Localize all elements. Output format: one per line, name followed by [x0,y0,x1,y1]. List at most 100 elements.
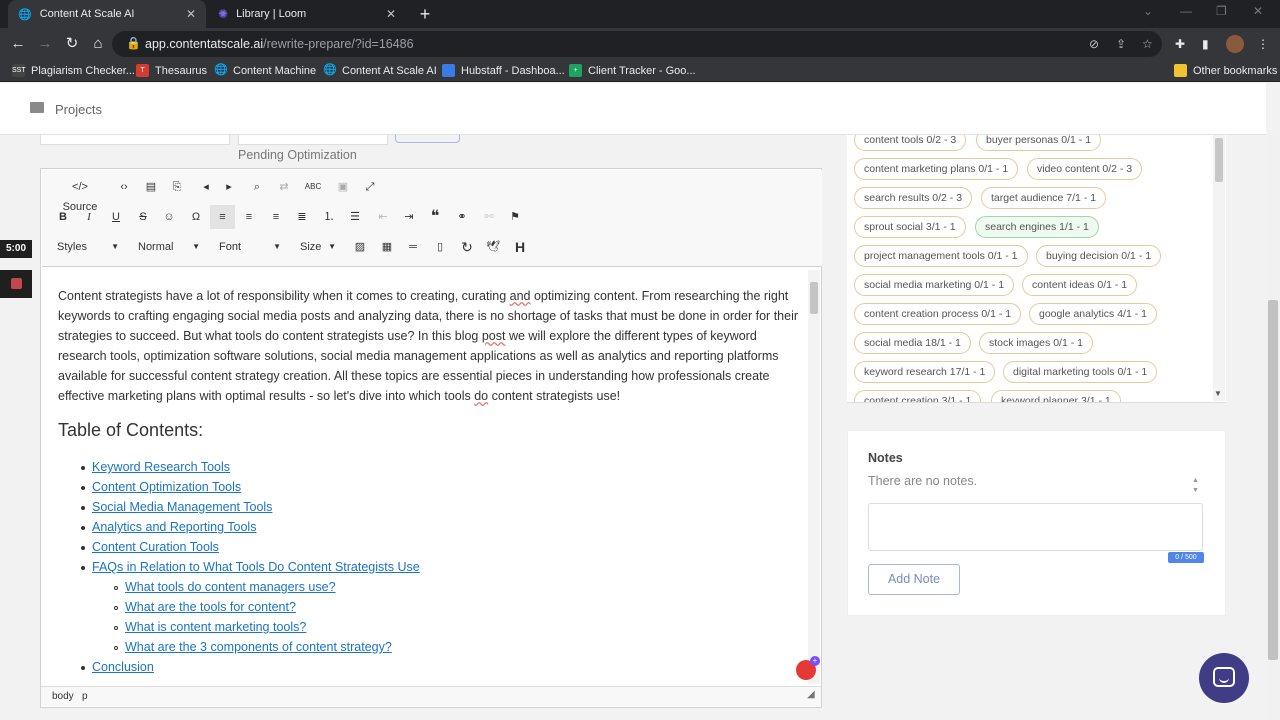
bookmark-content-machine[interactable]: 🌐 Content Machine [214,64,316,77]
path-body[interactable]: body [52,691,74,702]
keyword-chip[interactable]: content creation process 0/1 - 1 [854,303,1022,325]
toc-link[interactable]: FAQs in Relation to What Tools Do Conten… [92,560,420,574]
redo-icon[interactable]: ▸ [219,177,239,197]
bookmark-client-tracker[interactable]: + Client Tracker - Goo... [569,64,696,77]
address-bar[interactable]: 🔒 app.contentatscale.ai/rewrite-prepare/… [112,31,1162,57]
keyword-chip[interactable]: sprout social 3/1 - 1 [854,216,966,238]
keyword-chip[interactable]: buying decision 0/1 - 1 [1036,245,1162,267]
code-icon[interactable]: ‹› [114,177,134,197]
star-icon[interactable]: ☆ [1142,37,1153,51]
emoji-icon[interactable]: ☺ [159,207,179,227]
title-field[interactable] [40,135,230,145]
styles-dropdown[interactable]: Styles ▼ [51,237,123,257]
link-icon[interactable]: ⚭ [452,207,472,227]
keyword-chip[interactable]: keyword planner 3/1 - 1 [991,390,1121,402]
maximize-icon[interactable]: ⤢ [360,177,380,197]
page-scrollbar-thumb[interactable] [1268,300,1278,660]
keyword-chip[interactable]: keyword research 17/1 - 1 [854,361,996,383]
tab-loom[interactable]: ✺ Library | Loom ✕ [208,0,406,28]
tab-search-icon[interactable]: ⌄ [1143,4,1153,18]
bulleted-list-icon[interactable]: ☰ [345,207,365,227]
maximize-button[interactable]: ❐ [1216,4,1227,18]
scroll-down-icon[interactable]: ▼ [1214,389,1222,398]
keyword-chip[interactable]: search engines 1/1 - 1 [975,216,1099,238]
spellcheck-icon[interactable]: ABC [301,177,325,197]
editor-content[interactable]: Content strategists have a lot of respon… [58,286,798,441]
bookmark-other[interactable]: Other bookmarks [1174,64,1277,77]
toc-link[interactable]: Social Media Management Tools [92,500,272,514]
showblocks-icon[interactable]: ▣ [333,177,353,197]
bookmark-thesaurus[interactable]: T Thesaurus [136,64,207,77]
indent-icon[interactable]: ⇥ [399,207,419,227]
keyword-chip[interactable]: google analytics 4/1 - 1 [1029,303,1157,325]
rewrite-icon[interactable]: ↻ [457,237,477,257]
horizontal-rule-icon[interactable]: ═ [403,237,423,257]
add-note-button[interactable]: Add Note [868,564,960,595]
format-dropdown[interactable]: Normal ▼ [132,237,204,257]
editor-scrollbar-thumb[interactable] [810,282,818,314]
keyword-chip[interactable]: project management tools 0/1 - 1 [854,245,1028,267]
notes-scroll-arrows-icon[interactable]: ▲ ▼ [1192,476,1199,496]
path-p[interactable]: p [82,691,88,702]
bookmark-plagiarism[interactable]: SST Plagiarism Checker... [12,64,135,77]
underline-button[interactable]: U [106,207,126,227]
editor-scrollbar[interactable] [808,270,820,684]
action-button[interactable] [395,135,460,143]
eye-off-icon[interactable]: ⊘ [1089,37,1099,51]
toc-link[interactable]: Content Curation Tools [92,540,219,554]
minimize-button[interactable]: — [1180,4,1192,18]
outdent-icon[interactable]: ⇤ [373,207,393,227]
reload-icon[interactable]: ↻ [62,34,82,54]
strike-button[interactable]: S [133,207,153,227]
avatar[interactable] [1226,35,1244,53]
close-icon[interactable]: ✕ [386,7,396,21]
align-center-icon[interactable]: ≡ [239,207,259,227]
status-field[interactable] [238,135,388,145]
undo-icon[interactable]: ◂ [196,177,216,197]
stop-recording-button[interactable] [0,270,32,298]
document-icon[interactable]: ▤ [141,177,161,197]
font-dropdown[interactable]: Font ▼ [213,237,285,257]
keyword-chip[interactable]: buyer personas 0/1 - 1 [976,135,1102,151]
chat-launcher-button[interactable] [1199,653,1249,703]
toc-sublink[interactable]: What is content marketing tools? [125,620,306,634]
twitter-icon[interactable]: 🕊 [483,237,503,257]
keyword-chip[interactable]: video content 0/2 - 3 [1027,158,1143,180]
share-icon[interactable]: ⇪ [1116,37,1126,51]
toc-link[interactable]: Content Optimization Tools [92,480,241,494]
toc-sublink[interactable]: What are the 3 components of content str… [125,640,392,654]
replace-icon[interactable]: ⇄ [274,177,294,197]
image-icon[interactable]: ▨ [350,237,370,257]
back-icon[interactable]: ← [8,34,28,54]
align-right-icon[interactable]: ≡ [266,207,286,227]
extensions-icon[interactable]: ✚ [1175,37,1185,51]
toc-sublink[interactable]: What tools do content managers use? [125,580,336,594]
numbered-list-icon[interactable]: ⒈ [319,207,339,227]
justify-icon[interactable]: ≣ [292,207,312,227]
keyword-chip[interactable]: content tools 0/2 - 3 [854,135,967,151]
special-char-icon[interactable]: Ω [186,207,206,227]
find-icon[interactable]: ⌕ [247,177,267,197]
bookmark-hubstaff[interactable]: Hubstaff - Dashboa... [442,64,565,77]
size-dropdown[interactable]: Size ▼ [294,237,340,257]
keyword-chip[interactable]: social media 18/1 - 1 [854,332,971,354]
forward-icon[interactable]: → [35,34,55,54]
bold-button[interactable]: B [53,207,73,227]
toc-link[interactable]: Analytics and Reporting Tools [92,520,256,534]
keyword-chip[interactable]: target audience 7/1 - 1 [981,187,1107,209]
menu-icon[interactable]: ⋮ [1257,37,1269,51]
toc-link[interactable]: Conclusion [92,660,154,674]
tab-content-at-scale[interactable]: 🌐 Content At Scale AI ✕ [8,0,206,28]
keyword-chip[interactable]: social media marketing 0/1 - 1 [854,274,1015,296]
close-window-button[interactable]: ✕ [1253,4,1263,18]
resize-handle-icon[interactable]: ◢ [807,689,815,700]
keyword-chip[interactable]: stock images 0/1 - 1 [979,332,1093,354]
source-button[interactable]: </> Source [55,177,105,213]
keyword-chip[interactable]: content marketing plans 0/1 - 1 [854,158,1019,180]
home-icon[interactable]: ⌂ [88,34,108,54]
keyword-chip[interactable]: digital marketing tools 0/1 - 1 [1003,361,1158,383]
keywords-scrollbar-thumb[interactable] [1215,138,1223,182]
keyword-chip[interactable]: search results 0/2 - 3 [854,187,973,209]
blockquote-icon[interactable]: ❝ [425,207,445,227]
note-textarea[interactable] [868,503,1203,551]
